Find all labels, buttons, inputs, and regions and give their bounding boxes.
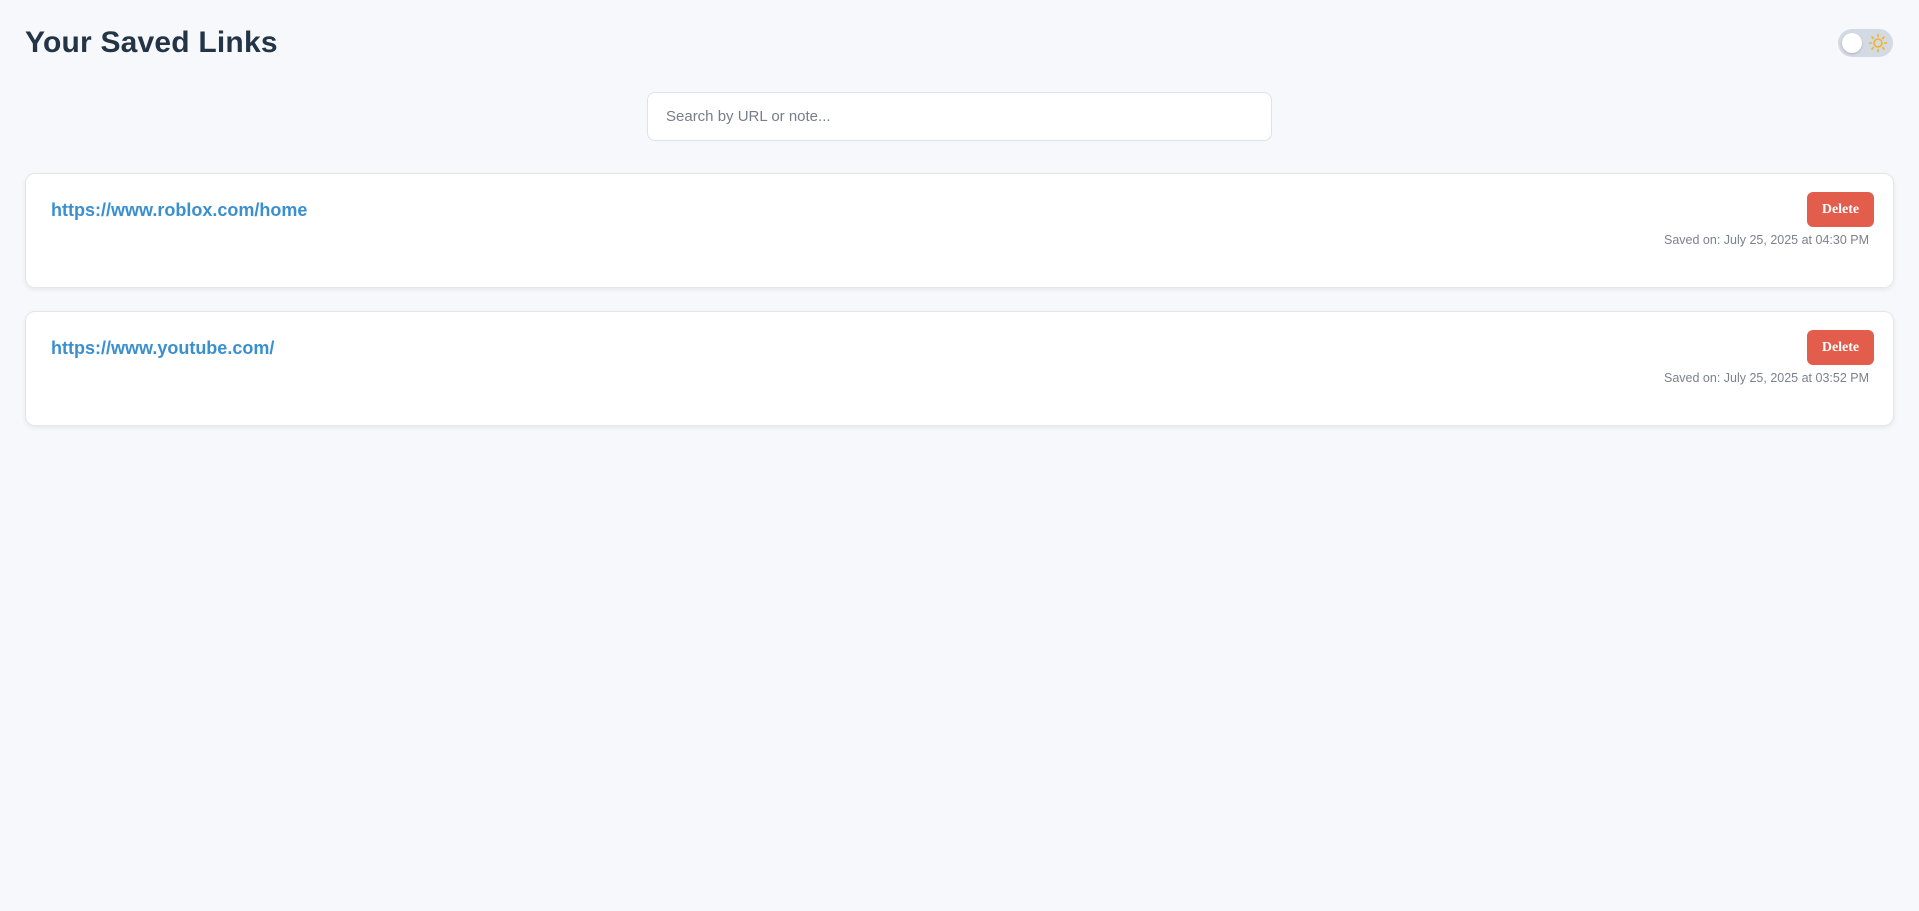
saved-links-page: Your Saved Links https:/ (0, 0, 1919, 911)
delete-button[interactable]: Delete (1807, 192, 1874, 227)
header: Your Saved Links (25, 0, 1894, 86)
toggle-knob (1842, 33, 1862, 53)
delete-button[interactable]: Delete (1807, 330, 1874, 365)
link-list: https://www.roblox.com/home Delete Saved… (25, 173, 1894, 426)
search-bar (25, 92, 1894, 141)
link-card: https://www.roblox.com/home Delete Saved… (25, 173, 1894, 288)
saved-on-timestamp: Saved on: July 25, 2025 at 03:52 PM (1664, 371, 1869, 385)
link-url[interactable]: https://www.roblox.com/home (51, 200, 307, 220)
link-card: https://www.youtube.com/ Delete Saved on… (25, 311, 1894, 426)
theme-toggle[interactable] (1838, 29, 1893, 57)
sun-icon (1868, 33, 1888, 53)
page-title: Your Saved Links (25, 26, 278, 59)
link-url[interactable]: https://www.youtube.com/ (51, 338, 274, 358)
search-input[interactable] (647, 92, 1272, 141)
saved-on-timestamp: Saved on: July 25, 2025 at 04:30 PM (1664, 233, 1869, 247)
